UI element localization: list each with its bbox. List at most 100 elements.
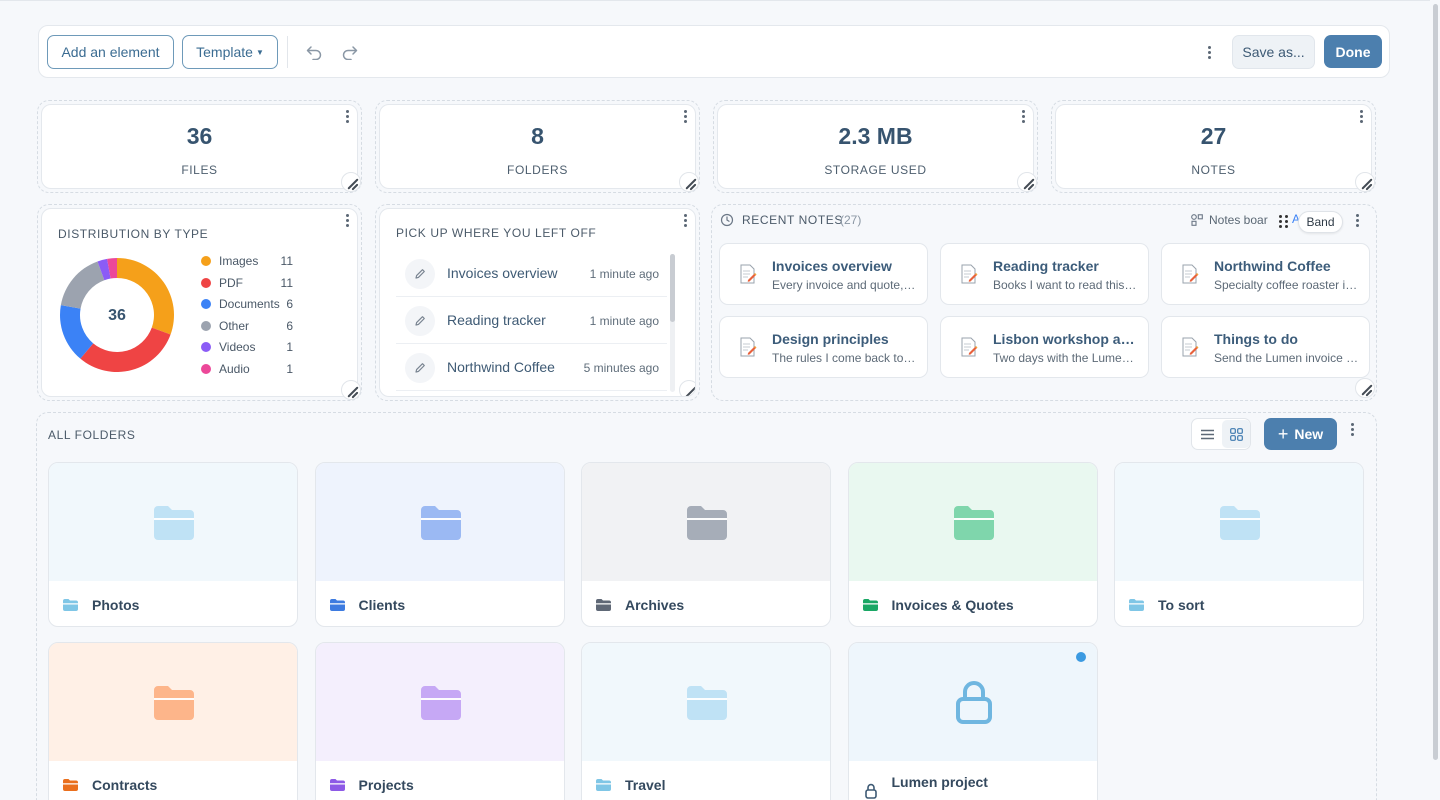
- legend-count: 11: [280, 275, 293, 290]
- pickup-item[interactable]: Invoices overview 1 minute ago: [396, 252, 667, 297]
- folder-preview: [582, 643, 830, 761]
- legend-name: PDF: [219, 275, 243, 290]
- card-more-icon[interactable]: [678, 211, 692, 229]
- note-snippet: Specialty coffee roaster in town: [1214, 278, 1359, 292]
- legend-count: 6: [286, 297, 293, 312]
- note-card[interactable]: Things to do Send the Lumen invoice toda…: [1161, 316, 1370, 378]
- legend-item: Videos 1: [201, 339, 293, 355]
- list-view-icon[interactable]: [1193, 420, 1221, 448]
- note-card[interactable]: Invoices overview Every invoice and quot…: [719, 243, 928, 305]
- top-divider: [0, 0, 1440, 1]
- legend-name: Audio: [219, 362, 250, 376]
- card-more-icon[interactable]: [340, 107, 354, 125]
- folder-projects[interactable]: Projects: [314, 642, 565, 800]
- toolbar-separator: [287, 36, 288, 68]
- pickup-item[interactable]: Northwind Coffee 5 minutes ago: [396, 346, 667, 391]
- legend-item: PDF 11: [201, 275, 293, 291]
- folder-to-sort[interactable]: To sort: [1114, 462, 1364, 627]
- pickup-scroll-thumb[interactable]: [670, 254, 675, 322]
- pickup-item-time: 5 minutes ago: [583, 361, 659, 375]
- new-folder-button[interactable]: + New: [1264, 418, 1337, 450]
- distribution-card[interactable]: DISTRIBUTION BY TYPE 36 Images 11 PDF 11…: [41, 208, 361, 400]
- page-scroll-thumb[interactable]: [1433, 4, 1438, 760]
- locked-folder-lumen-project[interactable]: Lumen project: [847, 642, 1098, 800]
- notes-board-link[interactable]: Notes boar: [1190, 212, 1268, 228]
- card-more-icon[interactable]: [678, 107, 692, 125]
- folder-invoices-quotes[interactable]: Invoices & Quotes: [847, 462, 1098, 627]
- resize-handle-icon[interactable]: [679, 172, 699, 192]
- recent-notes-title: RECENT NOTES: [742, 213, 843, 227]
- undo-icon[interactable]: [303, 41, 325, 63]
- folder-contracts[interactable]: Contracts: [48, 642, 298, 800]
- stat-value: 36: [186, 123, 213, 149]
- stat-label: FILES: [181, 163, 218, 177]
- folder-clients[interactable]: Clients: [314, 462, 565, 627]
- distribution-title: DISTRIBUTION BY TYPE: [58, 227, 209, 241]
- legend-dot: [201, 256, 211, 266]
- folder-small-icon: [595, 778, 612, 792]
- resize-handle-icon[interactable]: [341, 172, 361, 192]
- note-card[interactable]: Design principles The rules I come back …: [719, 316, 928, 378]
- folder-icon: [951, 502, 997, 542]
- redo-icon[interactable]: [338, 41, 360, 63]
- stat-card-storage[interactable]: 2.3 MB STORAGE USED: [717, 104, 1037, 192]
- folder-small-icon: [862, 598, 879, 612]
- resize-handle-icon[interactable]: [679, 380, 695, 396]
- pickup-card[interactable]: PICK UP WHERE YOU LEFT OFF Invoices over…: [379, 208, 696, 397]
- note-snippet: Send the Lumen invoice today: [1214, 351, 1359, 365]
- stat-card-folders[interactable]: 8 FOLDERS: [379, 104, 699, 192]
- note-title: Lisbon workshop agenda: [993, 331, 1141, 347]
- stat-value: 8: [531, 123, 544, 149]
- grid-view-icon[interactable]: [1222, 420, 1250, 448]
- legend-name: Other: [219, 318, 250, 333]
- note-snippet: The rules I come back to often: [772, 351, 917, 365]
- drag-handle-icon[interactable]: [1277, 214, 1291, 228]
- folder-travel[interactable]: Travel: [581, 642, 831, 800]
- folder-small-icon: [595, 598, 612, 612]
- note-snippet: Every invoice and quote, in one place: [772, 278, 917, 292]
- folder-preview: [49, 463, 297, 581]
- pickup-item-time: 1 minute ago: [589, 314, 659, 328]
- folder-name: Invoices & Quotes: [891, 597, 1014, 613]
- toolbar-more-icon[interactable]: [1199, 42, 1219, 62]
- folder-name: Projects: [358, 777, 414, 793]
- note-card[interactable]: Northwind Coffee Specialty coffee roaste…: [1161, 243, 1370, 305]
- note-icon: [739, 337, 757, 357]
- resize-handle-icon[interactable]: [341, 380, 361, 400]
- legend-item: Other 6: [201, 318, 293, 334]
- folder-preview: [315, 463, 564, 581]
- folder-icon: [684, 682, 730, 722]
- resize-handle-icon[interactable]: [1355, 378, 1375, 398]
- folder-small-icon: [329, 778, 346, 792]
- folders-more-icon[interactable]: [1345, 420, 1359, 438]
- note-title: Reading tracker: [993, 258, 1099, 274]
- note-title: Design principles: [772, 331, 889, 347]
- card-more-icon[interactable]: [1016, 107, 1030, 125]
- note-icon: [1181, 264, 1199, 284]
- stat-card-notes[interactable]: 27 NOTES: [1055, 104, 1375, 192]
- done-button[interactable]: Done: [1324, 35, 1382, 68]
- card-more-icon[interactable]: [1354, 107, 1368, 125]
- template-label: Template: [196, 44, 253, 60]
- folder-archives[interactable]: Archives: [581, 462, 831, 627]
- donut-slice-other: [60, 261, 105, 309]
- note-card[interactable]: Reading tracker Books I want to read thi…: [940, 243, 1149, 305]
- save-as-button[interactable]: Save as...: [1232, 35, 1315, 69]
- card-more-icon[interactable]: [340, 211, 354, 229]
- add-element-button[interactable]: Add an element: [47, 35, 174, 69]
- card-more-icon[interactable]: [1350, 211, 1364, 229]
- resize-handle-icon[interactable]: [1017, 172, 1037, 192]
- stat-label: NOTES: [1191, 163, 1236, 177]
- note-card[interactable]: Lisbon workshop agenda Two days with the…: [940, 316, 1149, 378]
- folder-icon: [1217, 502, 1263, 542]
- resize-handle-icon[interactable]: [1355, 172, 1375, 192]
- template-dropdown[interactable]: Template ▼: [182, 35, 278, 69]
- stat-card-files[interactable]: 36 FILES: [41, 104, 361, 192]
- page-scrollbar[interactable]: [1430, 0, 1440, 800]
- folder-photos[interactable]: Photos: [48, 462, 298, 627]
- legend-count: 1: [286, 340, 293, 355]
- lock-icon: [954, 679, 994, 725]
- pickup-item[interactable]: Reading tracker 1 minute ago: [396, 299, 667, 344]
- donut-slice-pdf: [80, 327, 171, 372]
- pickup-scrollbar[interactable]: [670, 254, 675, 392]
